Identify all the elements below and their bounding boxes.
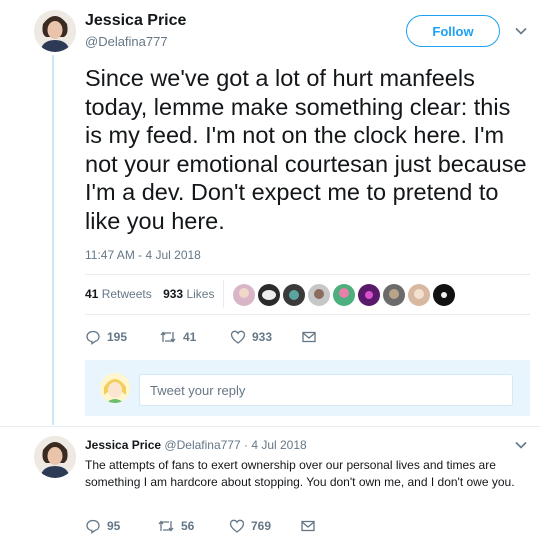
liker-avatar[interactable] [333,284,355,306]
like-count: 933 [252,330,273,344]
reply-header: Jessica Price @Delafina777 · 4 Jul 2018 [85,438,307,452]
liker-avatar[interactable] [308,284,330,306]
liker-avatar[interactable] [383,284,405,306]
liker-avatar[interactable] [258,284,280,306]
liker-avatar[interactable] [408,284,430,306]
reply-text: The attempts of fans to exert ownership … [85,458,515,489]
tweet-reply-input[interactable]: Tweet your reply [139,374,513,406]
like-button[interactable]: 769 [229,518,300,534]
likes-label[interactable]: Likes [186,287,214,301]
reply-count: 195 [107,330,128,344]
reply-author-avatar[interactable] [34,436,76,478]
like-count: 769 [251,519,272,533]
liker-avatar[interactable] [433,284,455,306]
author-handle[interactable]: @Delafina777 [85,34,168,49]
reply-author-name[interactable]: Jessica Price [85,438,161,452]
divider [85,274,530,275]
retweet-count: 41 [183,330,197,344]
reply-button[interactable]: 195 [85,329,159,345]
like-button[interactable]: 933 [230,329,301,345]
liker-avatar[interactable] [358,284,380,306]
reply-icon [85,329,101,345]
heart-icon [229,518,245,534]
reply-actions: 95 56 769 [85,518,316,534]
retweet-icon [159,329,177,345]
retweets-label[interactable]: Retweets [102,287,152,301]
current-user-avatar [100,373,130,403]
retweet-button[interactable]: 56 [157,518,229,534]
tweet-timestamp[interactable]: 11:47 AM - 4 Jul 2018 [85,248,201,262]
chevron-down-icon[interactable] [514,438,528,452]
envelope-icon [301,329,317,345]
reply-date[interactable]: · 4 Jul 2018 [244,438,307,452]
direct-message-button[interactable] [300,518,316,534]
reply-author-handle[interactable]: @Delafina777 [164,438,240,452]
stats-divider [223,280,224,308]
liker-avatar[interactable] [283,284,305,306]
follow-button[interactable]: Follow [406,15,500,47]
divider [85,314,530,315]
envelope-icon [300,518,316,534]
heart-icon [230,329,246,345]
reply-button[interactable]: 95 [85,518,157,534]
tweet-text: Since we've got a lot of hurt manfeels t… [85,65,527,234]
tweet-stats: 41 Retweets 933 Likes [85,287,214,301]
author-name[interactable]: Jessica Price [85,12,186,30]
author-avatar[interactable] [34,10,76,52]
retweet-count: 56 [181,519,195,533]
reply-icon [85,518,101,534]
likes-count[interactable]: 933 [163,287,183,301]
retweets-count[interactable]: 41 [85,287,98,301]
retweet-button[interactable]: 41 [159,329,230,345]
retweet-icon [157,518,175,534]
thread-connector-line [52,55,54,425]
direct-message-button[interactable] [301,329,317,345]
tweet-actions: 195 41 933 [85,329,317,345]
reply-count: 95 [107,519,121,533]
liker-avatar[interactable] [233,284,255,306]
thread-separator [0,426,540,427]
chevron-down-icon[interactable] [514,24,528,38]
